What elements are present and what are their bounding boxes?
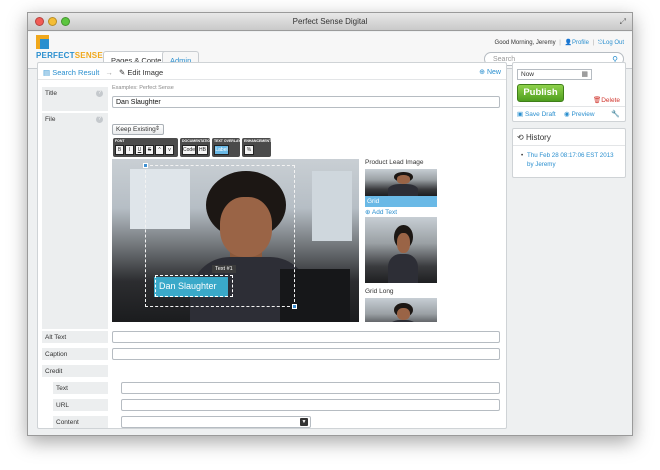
credit-url-field[interactable] (121, 399, 500, 411)
italic-button[interactable]: I (125, 145, 134, 155)
code-button[interactable]: Code (182, 145, 196, 155)
breadcrumb-search-result[interactable]: Search Result (52, 68, 99, 77)
select-arrows-icon: ⇕ (154, 126, 160, 132)
size-thumbnail[interactable] (365, 169, 437, 196)
logo-mark-icon (36, 35, 49, 49)
strikethrough-button[interactable]: S (145, 145, 154, 155)
add-text-link[interactable]: ⊕ Add Text (365, 207, 439, 217)
alt-text-label: Alt Text (42, 331, 108, 343)
title-hint: Examples: Perfect Sense (112, 85, 174, 91)
history-title: ⟲ History (517, 133, 551, 142)
profile-link[interactable]: 👤Profile (564, 40, 589, 46)
credit-content-label: Content (53, 416, 108, 428)
search-result-icon: ▤ (43, 68, 51, 77)
text-overlay-tag: Text #1 (212, 265, 236, 273)
credit-label: Credit (42, 365, 108, 377)
caption-field[interactable] (112, 348, 500, 360)
edit-image-panel: ▤ Search Result → ✎ Edit Image ⊕ New Tit… (37, 62, 507, 429)
publish-panel: Now ▦ Publish 🗑Delete ▣ Save Draft ◉ Prev… (512, 62, 626, 122)
credit-content-select[interactable]: ▼ (121, 416, 311, 428)
crop-handle[interactable] (143, 163, 148, 168)
save-draft-button[interactable]: ▣ Save Draft (517, 110, 556, 118)
hb-button[interactable]: HB (197, 145, 208, 155)
new-button[interactable]: ⊕ New (479, 68, 501, 76)
divider (38, 79, 506, 80)
help-icon[interactable]: ? (96, 116, 103, 123)
app-window: Perfect Sense Digital ⤢ PERFECTSENSE Pag… (27, 12, 633, 436)
underline-button[interactable]: U (135, 145, 144, 155)
window-title: Perfect Sense Digital (292, 17, 368, 26)
plus-icon: ⊕ (365, 209, 371, 216)
label-button[interactable]: Label (214, 145, 229, 155)
size-label-grid-long: Grid Long (365, 288, 394, 295)
caption-label: Caption (42, 348, 108, 360)
credit-url-label: URL (53, 399, 108, 411)
publish-date-field[interactable]: Now ▦ (517, 69, 592, 80)
size-thumbnail[interactable] (365, 217, 437, 283)
help-icon[interactable]: ? (96, 90, 103, 97)
divider (513, 145, 625, 146)
documentation-group: DOCUMENTATION Code HB (180, 138, 213, 157)
greeting-text: Good Morning, Jeremy (494, 40, 556, 46)
divider (513, 106, 625, 107)
title-bar: Perfect Sense Digital ⤢ (28, 13, 632, 31)
breadcrumb: ▤ Search Result → ✎ Edit Image (43, 68, 163, 77)
superscript-button[interactable]: ^ (155, 145, 164, 155)
fullscreen-icon[interactable]: ⤢ (620, 17, 626, 27)
calendar-icon[interactable]: ▦ (581, 70, 588, 78)
breadcrumb-arrow-icon: → (105, 68, 113, 77)
preview-button[interactable]: ◉ Preview (564, 110, 595, 118)
trash-icon: 🗑 (592, 97, 602, 104)
crop-handle[interactable] (292, 304, 297, 309)
bold-button[interactable]: B (115, 145, 124, 155)
pencil-icon: ✎ (118, 68, 126, 77)
image-sizes-column: Product Lead Image Grid ⊕ Add Text Grid … (365, 159, 439, 322)
credit-text-field[interactable] (121, 382, 500, 394)
save-icon: ▣ (517, 111, 524, 118)
enhancement-button[interactable]: % (244, 145, 254, 155)
title-field[interactable]: Dan Slaughter (112, 96, 500, 108)
font-group: FONT B I U S ^ v (113, 138, 178, 157)
logout-link[interactable]: ⎋Log Out (598, 40, 624, 46)
publish-button[interactable]: Publish (517, 84, 564, 102)
alt-text-field[interactable] (112, 331, 500, 343)
plus-icon: ⊕ (479, 69, 486, 76)
user-greeting-bar: Good Morning, Jeremy | 👤Profile | ⎋Log O… (494, 40, 624, 46)
text-overlay-bounds[interactable] (155, 275, 233, 297)
brand-logo[interactable]: PERFECTSENSE (36, 35, 103, 63)
size-label-grid[interactable]: Grid (365, 196, 437, 207)
delete-button[interactable]: 🗑Delete (593, 96, 620, 104)
history-icon: ⟲ (517, 133, 524, 142)
size-thumbnail[interactable] (365, 298, 437, 322)
breadcrumb-current: Edit Image (127, 68, 164, 77)
history-item[interactable]: Thu Feb 28 08:17:06 EST 2013 by Jeremy (521, 151, 621, 169)
user-icon: 👤 (564, 40, 572, 46)
file-label: File (42, 113, 108, 329)
logo-text: PERFECTSENSE (36, 51, 103, 60)
product-lead-image-heading: Product Lead Image (365, 159, 424, 166)
text-overlay-group: TEXT OVERLAY Label (212, 138, 241, 157)
eye-icon: ◉ (564, 111, 570, 118)
enhancement-group: ENHANCEMENT % (242, 138, 271, 157)
dropdown-arrow-icon: ▼ (300, 418, 308, 426)
history-panel: ⟲ History Thu Feb 28 08:17:06 EST 2013 b… (512, 128, 626, 178)
credit-text-label: Text (53, 382, 108, 394)
wrench-icon[interactable]: 🔧 (611, 110, 620, 118)
file-action-select[interactable]: Keep Existing ⇕ (112, 124, 164, 135)
image-editor-canvas[interactable]: Text #1 Dan Slaughter (112, 159, 359, 322)
subscript-button[interactable]: v (165, 145, 174, 155)
